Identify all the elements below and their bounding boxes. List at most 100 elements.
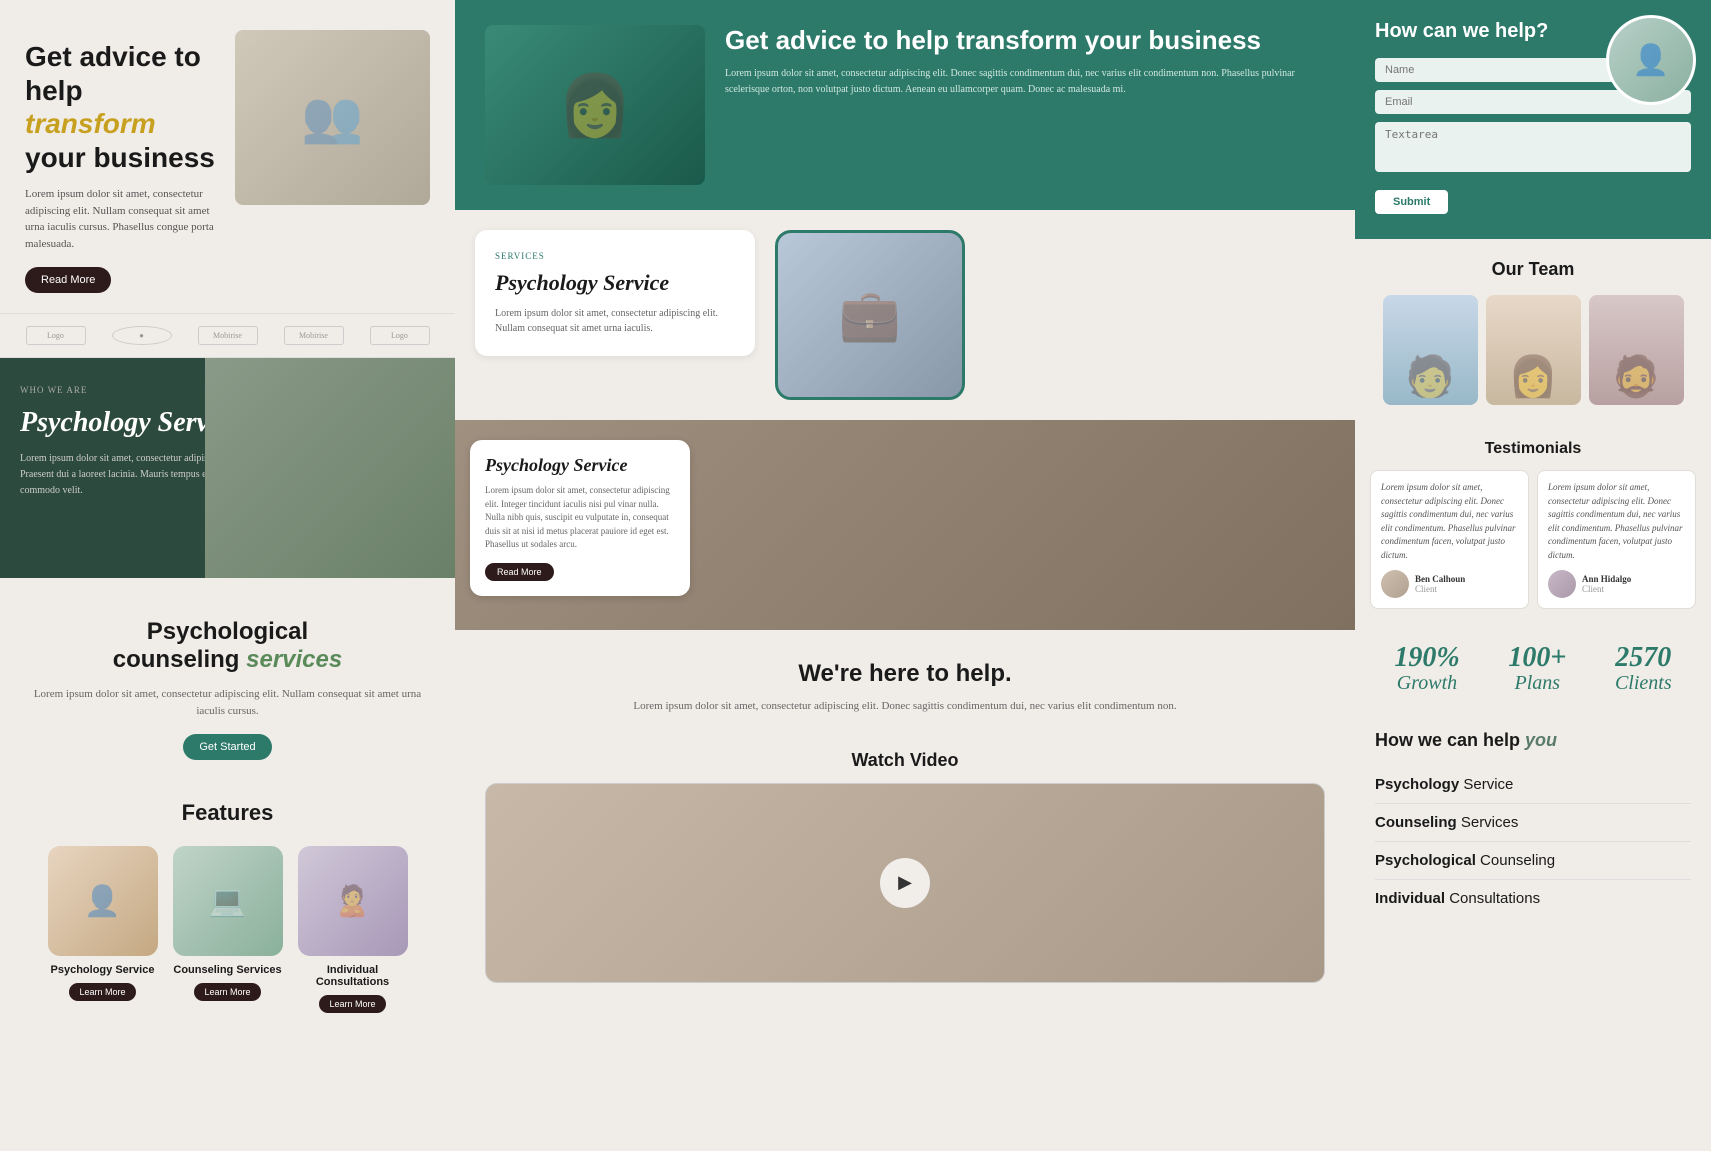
psych-read-more-button[interactable]: Read More: [485, 563, 554, 581]
feature-name-1: Psychology Service: [45, 964, 160, 976]
services-label: SERVICES: [495, 250, 735, 264]
our-team-title: Our Team: [1370, 259, 1696, 280]
logo-item: Logo: [26, 326, 86, 345]
feature-btn-3[interactable]: Learn More: [319, 995, 385, 1013]
psych-overlay-body: Lorem ipsum dolor sit amet, consectetur …: [485, 484, 675, 552]
counseling-section: Psychological counseling services Lorem …: [0, 578, 455, 780]
hero-text-col1: Get advice to help transform your busine…: [25, 30, 220, 293]
help-title: We're here to help.: [485, 660, 1325, 688]
feature-card-2: 💻 Counseling Services Learn More: [170, 846, 285, 1013]
logo-item: Mobirise: [198, 326, 258, 345]
bottom-spacer-col1: [0, 1033, 455, 1053]
help-list-item-1: Psychology Service: [1375, 766, 1691, 804]
stat-clients: 2570 Clients: [1615, 644, 1672, 695]
column-2: 👩 Get advice to help transform your busi…: [455, 0, 1355, 1053]
stat-number-clients: 2570: [1615, 644, 1672, 672]
author-role-1: Client: [1415, 584, 1465, 594]
service-card-title: Psychology Service: [495, 270, 735, 296]
column-1: Get advice to help transform your busine…: [0, 0, 455, 1053]
logos-row: Logo ● Mobirise Mobirise Logo: [0, 313, 455, 358]
hero-teal-title: Get advice to help transform your busine…: [725, 25, 1325, 56]
how-help-title: How we can help you: [1375, 730, 1691, 751]
testimonial-card-2: Lorem ipsum dolor sit amet, consectetur …: [1537, 470, 1696, 609]
feature-btn-1[interactable]: Learn More: [69, 983, 135, 1001]
stat-number-growth: 190%: [1394, 644, 1459, 672]
author-role-2: Client: [1582, 584, 1631, 594]
service-img-card: 💼: [775, 230, 965, 400]
service-card-body: Lorem ipsum dolor sit amet, consectetur …: [495, 306, 735, 336]
help-section: We're here to help. Lorem ipsum dolor si…: [455, 630, 1355, 735]
submit-button[interactable]: Submit: [1375, 190, 1448, 214]
testimonial-author-1: Ben Calhoun Client: [1381, 570, 1518, 598]
help-item-normal-2: Services: [1461, 814, 1519, 831]
features-title: Features: [15, 800, 440, 826]
services-card-area: SERVICES Psychology Service Lorem ipsum …: [455, 210, 1355, 420]
help-item-normal-4: Consultations: [1449, 890, 1540, 907]
bottom-spacer-col2: [455, 998, 1355, 1018]
help-item-bold-3: Psychological: [1375, 852, 1480, 869]
author-info-2: Ann Hidalgo Client: [1582, 574, 1631, 594]
help-list-item-2: Counseling Services: [1375, 804, 1691, 842]
watch-video-title: Watch Video: [485, 750, 1325, 771]
help-form-block: 👤 How can we help? Submit: [1355, 0, 1711, 239]
help-item-normal-3: Counseling: [1480, 852, 1555, 869]
service-info-card: SERVICES Psychology Service Lorem ipsum …: [475, 230, 755, 356]
how-help-title-accent: you: [1525, 730, 1557, 750]
hero-block-col1: Get advice to help transform your busine…: [0, 0, 455, 313]
author-name-2: Ann Hidalgo: [1582, 574, 1631, 584]
help-body: Lorem ipsum dolor sit amet, consectetur …: [485, 698, 1325, 715]
team-member-3: 🧔: [1589, 295, 1684, 405]
feature-btn-2[interactable]: Learn More: [194, 983, 260, 1001]
testimonials-block: Testimonials Lorem ipsum dolor sit amet,…: [1355, 425, 1711, 624]
hero-image-col1: 👥: [235, 30, 430, 205]
stat-growth: 190% Growth: [1394, 644, 1459, 695]
page-wrapper: Get advice to help transform your busine…: [0, 0, 1711, 1053]
help-item-bold-2: Counseling: [1375, 814, 1461, 831]
hero-teal-image: 👩: [485, 25, 705, 185]
help-item-normal-1: Service: [1463, 776, 1513, 793]
stat-label-clients: Clients: [1615, 672, 1672, 695]
feature-image-3: 🙎: [298, 846, 408, 956]
counseling-title: Psychological counseling services: [20, 618, 435, 674]
stats-block: 190% Growth 100+ Plans 2570 Clients: [1355, 624, 1711, 715]
author-name-1: Ben Calhoun: [1415, 574, 1465, 584]
play-button[interactable]: ▶: [880, 858, 930, 908]
stat-label-plans: Plans: [1508, 672, 1566, 695]
hero-body-col1: Lorem ipsum dolor sit amet, consectetur …: [25, 186, 220, 252]
avatar-circle: 👤: [1606, 15, 1696, 105]
team-member-1: 🧑: [1383, 295, 1478, 405]
team-grid: 🧑 👩 🧔: [1370, 295, 1696, 405]
help-item-bold-4: Individual: [1375, 890, 1449, 907]
feature-card-3: 🙎 Individual Consultations Learn More: [295, 846, 410, 1013]
feature-name-2: Counseling Services: [170, 964, 285, 976]
author-info-1: Ben Calhoun Client: [1415, 574, 1465, 594]
bottom-spacer-col3: [1355, 932, 1711, 952]
get-started-button[interactable]: Get Started: [183, 734, 271, 760]
feature-card-1: 👤 Psychology Service Learn More: [45, 846, 160, 1013]
testimonials-title: Testimonials: [1370, 440, 1696, 458]
message-textarea[interactable]: [1375, 122, 1691, 172]
watch-video-section: Watch Video ▶: [455, 735, 1355, 998]
stat-number-plans: 100+: [1508, 644, 1566, 672]
hero-teal-body: Lorem ipsum dolor sit amet, consectetur …: [725, 66, 1325, 98]
testimonial-text-1: Lorem ipsum dolor sit amet, consectetur …: [1381, 481, 1518, 562]
testimonials-row: Lorem ipsum dolor sit amet, consectetur …: [1370, 470, 1696, 609]
testimonial-author-2: Ann Hidalgo Client: [1548, 570, 1685, 598]
psych-overlay-card: Psychology Service Lorem ipsum dolor sit…: [470, 440, 690, 596]
feature-name-3: Individual Consultations: [295, 964, 410, 988]
stat-plans: 100+ Plans: [1508, 644, 1566, 695]
help-list-item-4: Individual Consultations: [1375, 880, 1691, 917]
testimonial-text-2: Lorem ipsum dolor sit amet, consectetur …: [1548, 481, 1685, 562]
psych-dark-block: WHO WE ARE Psychology Service Lorem ipsu…: [0, 358, 455, 578]
testimonial-card-1: Lorem ipsum dolor sit amet, consectetur …: [1370, 470, 1529, 609]
logo-item: Logo: [370, 326, 430, 345]
read-more-button[interactable]: Read More: [25, 267, 111, 293]
logo-item: Mobirise: [284, 326, 344, 345]
column-3: 👤 How can we help? Submit Our Team 🧑: [1355, 0, 1711, 1053]
help-item-bold-1: Psychology: [1375, 776, 1463, 793]
form-textarea-field[interactable]: [1375, 122, 1691, 177]
counseling-body: Lorem ipsum dolor sit amet, consectetur …: [20, 686, 435, 719]
sitting-group-bg: [205, 358, 455, 578]
our-team-block: Our Team 🧑 👩 🧔: [1355, 239, 1711, 425]
author-avatar-2: [1548, 570, 1576, 598]
